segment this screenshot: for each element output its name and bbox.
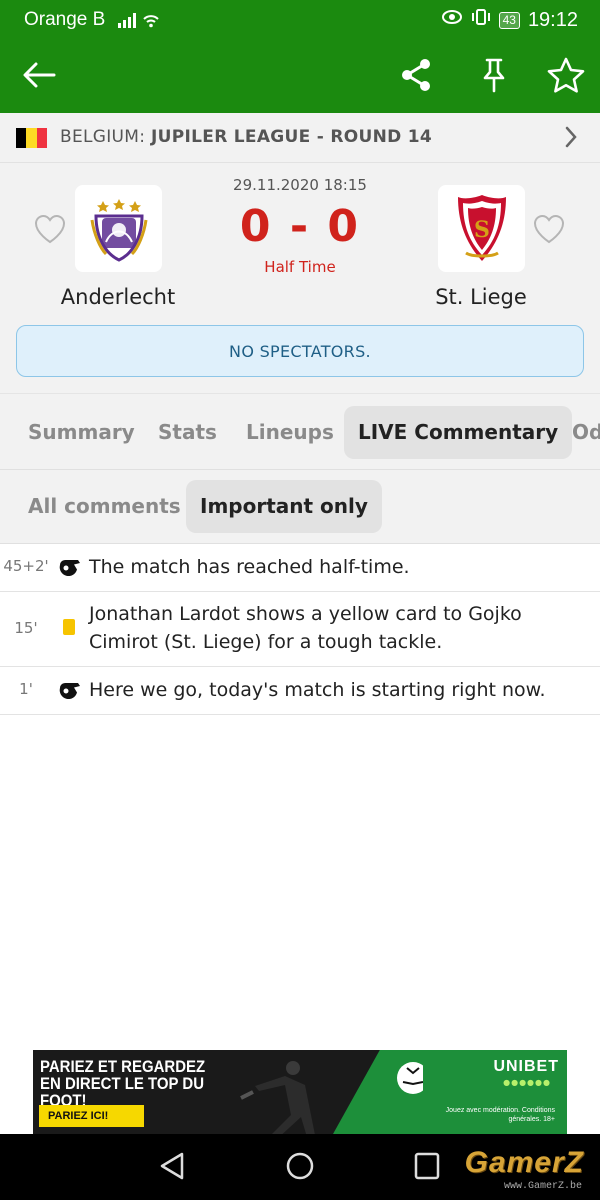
ad-banner[interactable]: PARIEZ ET REGARDEZ EN DIRECT LE TOP DU F…: [33, 1050, 567, 1134]
flag-stripe-red: [36, 128, 47, 148]
system-navigation-bar: GamerZ www.GamerZ.be: [0, 1134, 600, 1200]
filter-all-comments[interactable]: All comments: [14, 480, 195, 533]
battery-icon: 43: [498, 11, 520, 29]
clock: 19:12: [527, 8, 578, 31]
comment-text: Jonathan Lardot shows a yellow card to G…: [89, 603, 522, 653]
flag-stripe-black: [16, 128, 27, 148]
vibrate-icon: [471, 8, 491, 32]
share-icon: [399, 57, 433, 97]
favorite-away-heart-icon[interactable]: [532, 213, 566, 249]
comment-minute: 1': [19, 680, 33, 698]
yellow-card-icon: [62, 618, 76, 640]
comment-minute: 15': [14, 619, 38, 637]
ad-brand: UNIBET: [493, 1058, 559, 1075]
commentary-list: 45+2' The match has reached half-time. 1…: [0, 544, 600, 715]
comment-text: Here we go, today's match is starting ri…: [89, 679, 546, 701]
away-team-name[interactable]: St. Liege: [391, 285, 571, 309]
tab-lineups[interactable]: Lineups: [232, 406, 348, 459]
share-button[interactable]: [393, 54, 439, 100]
match-datetime: 29.11.2020 18:15: [233, 176, 367, 194]
comment-row: 15' Jonathan Lardot shows a yellow card …: [0, 592, 600, 667]
league-title: BELGIUM: JUPILER LEAGUE - ROUND 14: [60, 127, 432, 147]
tab-live-commentary[interactable]: LIVE Commentary: [344, 406, 573, 459]
watermark-logo: GamerZ: [464, 1146, 584, 1179]
app-toolbar: [0, 40, 600, 113]
tab-summary[interactable]: Summary: [14, 406, 149, 459]
star-icon: [547, 57, 585, 97]
match-tabs: Summary Stats Lineups LIVE Commentary Od: [0, 393, 600, 470]
filter-important-only[interactable]: Important only: [186, 480, 382, 533]
svg-text:S: S: [474, 217, 490, 243]
ad-brand-dots: ●●●●●●: [503, 1078, 551, 1087]
match-status: Half Time: [264, 258, 336, 276]
flag-stripe-yellow: [26, 128, 37, 148]
tab-stats[interactable]: Stats: [144, 406, 231, 459]
league-country: BELGIUM:: [60, 127, 146, 147]
no-spectators-notice: NO SPECTATORS.: [16, 325, 584, 377]
nav-back-icon[interactable]: [158, 1150, 186, 1186]
carrier-name: Orange B: [24, 9, 106, 30]
watermark-url: www.GamerZ.be: [503, 1181, 582, 1192]
league-name: JUPILER LEAGUE - ROUND 14: [151, 127, 433, 147]
back-button[interactable]: [16, 54, 62, 100]
comment-minute: 45+2': [3, 557, 49, 575]
whistle-icon: [58, 679, 82, 705]
eye-icon: [441, 9, 463, 31]
belgium-flag-icon: [16, 128, 47, 148]
home-team-name[interactable]: Anderlecht: [28, 285, 208, 309]
tab-odds[interactable]: Od: [558, 406, 600, 459]
whistle-icon: [58, 556, 82, 582]
league-header[interactable]: BELGIUM: JUPILER LEAGUE - ROUND 14: [0, 113, 600, 163]
match-header: Anderlecht 29.11.2020 18:15 0 - 0 Half T…: [0, 163, 600, 393]
ad-fine-print: Jouez avec modération. Conditions généra…: [445, 1107, 555, 1123]
football-player-icon: [223, 1056, 429, 1134]
battery-level: 43: [502, 12, 516, 27]
arrow-left-icon: [22, 62, 56, 92]
nav-recents-icon[interactable]: [412, 1150, 442, 1186]
comment-row: 1' Here we go, today's match is starting…: [0, 667, 600, 715]
pin-button[interactable]: [471, 54, 517, 100]
home-team-logo[interactable]: [75, 185, 162, 272]
ad-cta-button[interactable]: PARIEZ ICI!: [39, 1105, 144, 1127]
away-team-logo[interactable]: S: [438, 185, 525, 272]
favorite-button[interactable]: [543, 54, 589, 100]
match-score: 0 - 0: [239, 201, 361, 252]
ad-headline: PARIEZ ET REGARDEZ EN DIRECT LE TOP DU F…: [40, 1057, 206, 1110]
comment-text: The match has reached half-time.: [89, 556, 410, 578]
favorite-home-heart-icon[interactable]: [33, 213, 67, 249]
pin-icon: [479, 57, 509, 97]
status-bar: Orange B 43 19:12: [0, 0, 600, 40]
comment-filters: All comments Important only: [0, 470, 600, 544]
signal-icon: [116, 11, 160, 35]
comment-row: 45+2' The match has reached half-time.: [0, 544, 600, 592]
nav-home-icon[interactable]: [285, 1150, 315, 1186]
chevron-right-icon: [564, 125, 578, 153]
